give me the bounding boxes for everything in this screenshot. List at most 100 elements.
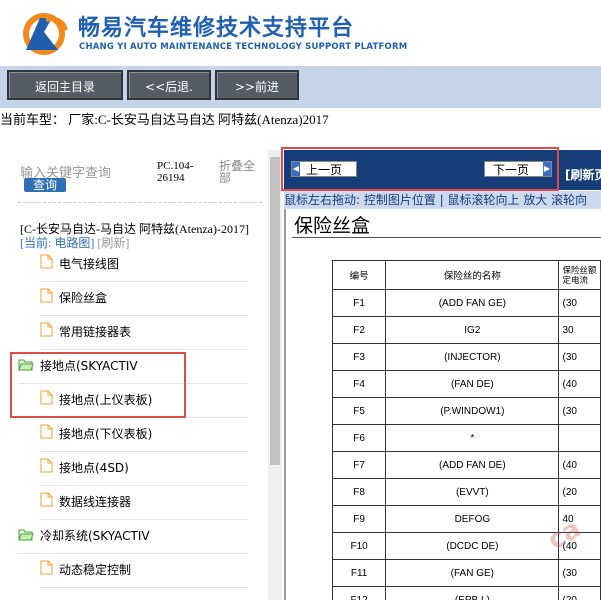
document-icon [40,316,53,350]
table-cell: (20 [558,478,601,506]
prev-page-button[interactable]: ◀ 上一页 [291,161,357,177]
table-cell: F12 [331,586,387,600]
table-cell: (30 [558,397,601,425]
prev-page-label: 上一页 [306,163,343,177]
document-icon [40,554,53,588]
table-row: F12 (EPB L) (20 [331,586,601,600]
document-icon [40,282,53,316]
back-button[interactable]: <<后退. [127,70,211,100]
table-cell [558,424,601,452]
scrollbar-thumb[interactable] [270,157,280,465]
table-cell: F10 [331,532,387,560]
table-cell: (30 [558,343,601,371]
tree-item-label: 接地点(上仪表板) [59,393,153,407]
tree-item[interactable]: 接地点(SKYACTIV [18,349,248,384]
toolbar: 返回主目录 <<后退. >>前进 [0,66,601,108]
tree-item-label: 接地点(下仪表板) [59,427,153,441]
table-cell: F9 [331,505,387,533]
table-cell: (DCDC DE) [385,532,560,560]
table-cell: F8 [331,478,387,506]
table-cell: (ADD FAN DE) [385,451,560,479]
table-cell: (ADD FAN GE) [385,289,560,317]
pc-code: PC.104-26194 [157,160,194,184]
document-icon [40,486,53,520]
fold-all-button[interactable]: 折叠全部 [219,160,259,184]
table-cell: (EPB L) [385,586,560,600]
table-row: F11 (FAN GE) (30 [331,559,601,587]
table-cell: F4 [331,370,387,398]
site-subtitle: CHANG YI AUTO MAINTENANCE TECHNOLOGY SUP… [79,42,408,52]
table-cell: (30 [558,289,601,317]
tree-item-label: 冷却系统(SKYACTIV [40,529,150,543]
document-icon [40,248,53,282]
table-cell: F3 [331,343,387,371]
tree-item-label: 动态稳定控制 [59,563,132,577]
table-row: F6 * [331,424,601,452]
folder-open-icon [18,520,34,554]
table-cell: F5 [331,397,387,425]
table-cell: (30 [558,559,601,587]
table-cell: (FAN GE) [385,559,560,587]
tree-item[interactable]: 常用链接器表 [40,315,248,350]
table-cell: * [385,424,560,452]
table-cell: (40 [558,370,601,398]
table-cell: F7 [331,451,387,479]
document-icon [40,452,53,486]
table-cell: F6 [331,424,387,452]
table-row: F2 IG2 30 [331,316,601,344]
table-cell: (P.WINDOW1) [385,397,560,425]
table-header: 保险丝的名称 [385,260,560,290]
search-button[interactable]: 查询 [24,178,66,192]
refresh-page-button[interactable]: [刷新页 [565,166,601,183]
left-panel: 输入关键字查询 查询 PC.104-26194 折叠全部 [C-长安马自达-马自… [0,150,268,600]
tree-item[interactable]: 动态稳定控制 [40,553,248,588]
title-divider [292,237,601,238]
table-row: F8 (EVVT) (20 [331,478,601,506]
next-page-button[interactable]: 下一页 ▶ [484,161,552,177]
tree-item-label: 数据线连接器 [59,495,132,509]
table-cell: DEFOG [385,505,560,533]
document-icon [40,384,53,418]
table-row: F3 (INJECTOR) (30 [331,343,601,371]
forward-button[interactable]: >>前进 [215,70,299,100]
table-cell: IG2 [385,316,560,344]
document-title: 保险丝盒 [294,215,371,237]
table-cell: F1 [331,289,387,317]
tree-item-label: 保险丝盒 [59,291,108,305]
tree-item[interactable]: 接地点(上仪表板) [40,383,248,418]
tree-item-label: 常用链接器表 [59,325,132,339]
table-cell: (INJECTOR) [385,343,560,371]
page-nav-bar: ◀ 上一页 下一页 ▶ [刷新页 [284,150,601,190]
table-cell: 30 [558,316,601,344]
logo-icon [23,13,68,55]
divider [18,202,262,203]
site-header: 畅易汽车维修技术支持平台 CHANG YI AUTO MAINTENANCE T… [0,0,601,66]
next-page-label: 下一页 [493,163,530,177]
table-header: 保险丝额定电流 [558,260,601,290]
table-cell: F2 [331,316,387,344]
tree-item-label: 电气接线图 [59,257,120,271]
tree-item[interactable]: 数据线连接器 [40,485,248,520]
table-row: F1 (ADD FAN GE) (30 [331,289,601,317]
table-cell: (40 [558,451,601,479]
arrow-left-icon: ◀ [292,162,300,176]
table-row: F5 (P.WINDOW1) (30 [331,397,601,425]
arrow-right-icon: ▶ [543,162,551,176]
tree-item[interactable]: 接地点(下仪表板) [40,417,248,452]
document-icon [40,418,53,452]
tree-item[interactable]: 保险丝盒 [40,281,248,316]
tree-item[interactable]: 接地点(4SD) [40,451,248,486]
table-cell: (EVVT) [385,478,560,506]
table-row: F7 (ADD FAN DE) (40 [331,451,601,479]
folder-open-icon [18,350,34,384]
table-header: 编号 [331,260,387,290]
usage-hint: 鼠标左右拖动: 控制图片位置 | 鼠标滚轮向上 放大 滚轮向 [284,191,601,209]
home-button[interactable]: 返回主目录 [7,70,123,100]
tree-item-label: 接地点(SKYACTIV [40,359,138,373]
current-car-info: 当前车型： 厂家:C-长安马自达马自达 阿特兹(Atenza)2017 [0,110,601,130]
tree-item[interactable]: 冷却系统(SKYACTIV [18,519,248,554]
table-row: F4 (FAN DE) (40 [331,370,601,398]
tree-item[interactable]: 电气接线图 [40,247,248,282]
table-cell: F11 [331,559,387,587]
tree-item-label: 接地点(4SD) [59,461,129,475]
